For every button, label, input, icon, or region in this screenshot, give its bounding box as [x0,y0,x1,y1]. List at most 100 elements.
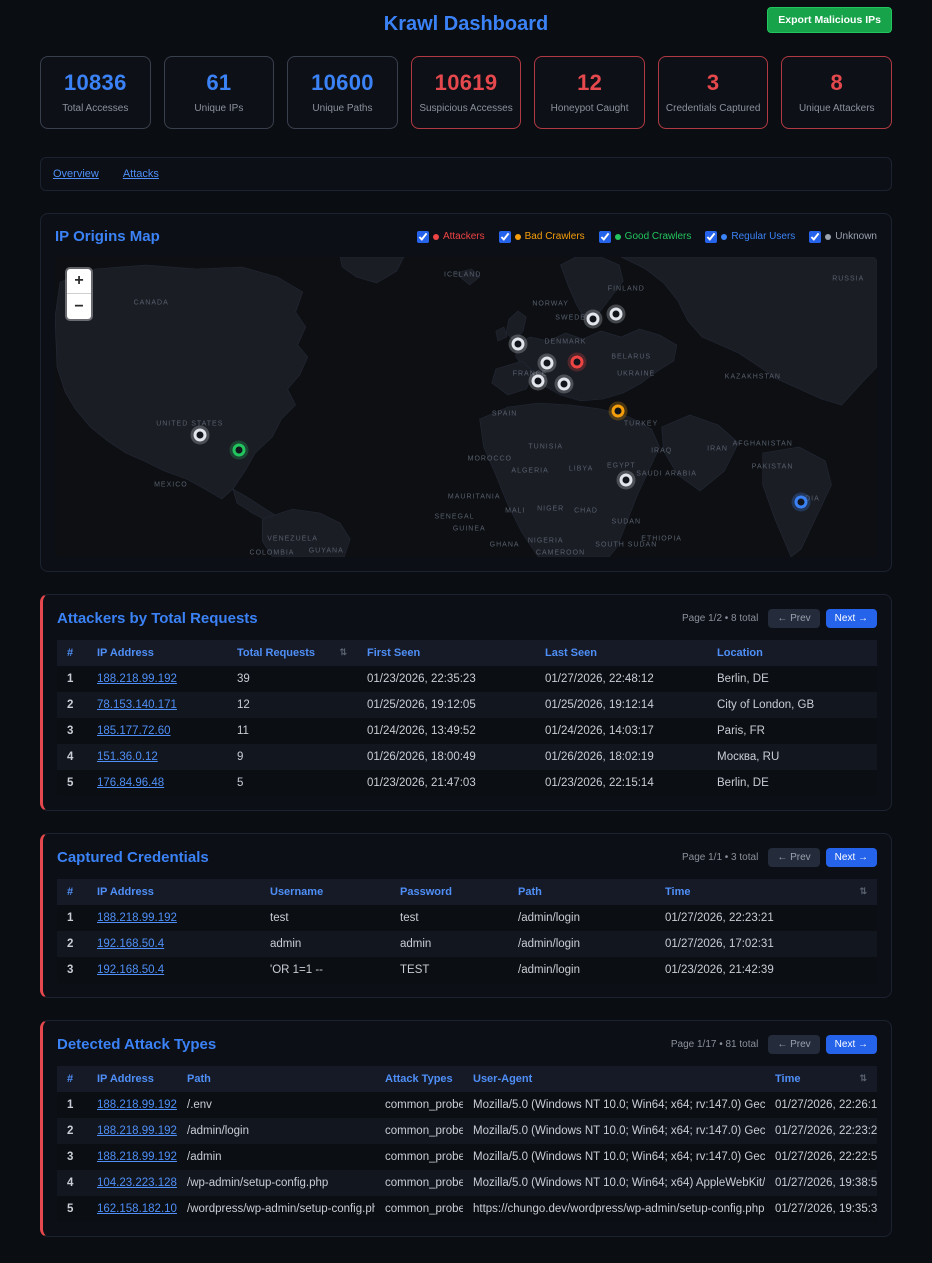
col-header-time[interactable]: Time⇅ [765,1066,877,1092]
ip-link[interactable]: 104.23.223.128 [97,1177,177,1189]
stat-card: 12 Honeypot Caught [534,56,645,129]
legend-item[interactable]: Regular Users [705,231,795,243]
legend-dot-icon [615,234,621,240]
ip-link[interactable]: 188.218.99.192 [97,1151,177,1163]
attacker-row[interactable]: 1 188.218.99.192 39 01/23/2026, 22:35:23… [57,666,877,692]
prev-button[interactable]: ← Prev [768,609,819,628]
map-marker-unknown[interactable] [541,356,554,369]
tab-overview[interactable]: Overview [53,168,99,180]
stat-label: Suspicious Accesses [416,103,517,114]
cell-location: Berlin, DE [707,770,877,796]
ip-link[interactable]: 192.168.50.4 [97,938,164,950]
prev-button[interactable]: ← Prev [768,848,819,867]
legend-checkbox[interactable] [499,231,511,243]
zoom-in-button[interactable]: + [67,269,91,294]
legend-checkbox[interactable] [417,231,429,243]
col-header-total-requests[interactable]: Total Requests⇅ [227,640,357,666]
world-map[interactable]: ICELANDCANADAUNITED STATESMEXICORUSSIANO… [55,257,877,557]
attack-row[interactable]: 2 188.218.99.192 /admin/login common_pro… [57,1118,877,1144]
cell-time: 01/27/2026, 22:26:11 [765,1092,877,1118]
cell-path: /admin/login [508,957,655,983]
next-button[interactable]: Next → [826,609,877,628]
col-header-user-agent: User-Agent [463,1066,765,1092]
cell-path: /wp-admin/setup-config.php [177,1170,375,1196]
cell-attack-types: common_probes [375,1170,463,1196]
cell-time: 01/23/2026, 21:42:39 [655,957,877,983]
prev-button[interactable]: ← Prev [768,1035,819,1054]
ip-link[interactable]: 188.218.99.192 [97,1099,177,1111]
legend-checkbox[interactable] [705,231,717,243]
cell-num: 5 [57,1196,87,1222]
attack-types-panel: Detected Attack Types Page 1/17 • 81 tot… [40,1020,892,1237]
map-marker-unknown[interactable] [193,428,206,441]
cell-last-seen: 01/25/2026, 19:12:14 [535,692,707,718]
legend-checkbox[interactable] [809,231,821,243]
cell-user-agent: Mozilla/5.0 (Windows NT 10.0; Win64; x64… [463,1170,765,1196]
cell-location: Paris, FR [707,718,877,744]
legend-label: Unknown [835,231,877,242]
map-marker-unknown[interactable] [620,473,633,486]
map-marker-unknown[interactable] [586,313,599,326]
credential-row[interactable]: 3 192.168.50.4 'OR 1=1 -- TEST /admin/lo… [57,957,877,983]
attack-row[interactable]: 1 188.218.99.192 /.env common_probes Moz… [57,1092,877,1118]
col-header-password: Password [390,879,508,905]
cell-total-requests: 11 [227,718,357,744]
attack-row[interactable]: 3 188.218.99.192 /admin common_probes Mo… [57,1144,877,1170]
ip-link[interactable]: 188.218.99.192 [97,673,177,685]
cell-total-requests: 39 [227,666,357,692]
map-marker-unknown[interactable] [532,374,545,387]
sort-icon[interactable]: ⇅ [339,647,347,658]
credential-row[interactable]: 2 192.168.50.4 admin admin /admin/login … [57,931,877,957]
sort-icon[interactable]: ⇅ [859,1073,867,1084]
next-button[interactable]: Next → [826,848,877,867]
attacker-row[interactable]: 2 78.153.140.171 12 01/25/2026, 19:12:05… [57,692,877,718]
col-header-time[interactable]: Time⇅ [655,879,877,905]
col-header-ip: IP Address [87,879,260,905]
credential-row[interactable]: 1 188.218.99.192 test test /admin/login … [57,905,877,931]
map-marker-bad-crawler[interactable] [612,404,625,417]
attacker-row[interactable]: 4 151.36.0.12 9 01/26/2026, 18:00:49 01/… [57,744,877,770]
ip-origins-map-panel: IP Origins Map Attackers Bad Crawlers [40,213,892,572]
next-button[interactable]: Next → [826,1035,877,1054]
cell-last-seen: 01/26/2026, 18:02:19 [535,744,707,770]
map-panel-head: IP Origins Map Attackers Bad Crawlers [55,228,877,245]
legend-checkbox[interactable] [599,231,611,243]
attack-row[interactable]: 5 162.158.182.104 /wordpress/wp-admin/se… [57,1196,877,1222]
cell-num: 1 [57,666,87,692]
ip-link[interactable]: 162.158.182.104 [97,1203,177,1215]
ip-link[interactable]: 176.84.96.48 [97,777,164,789]
tab-attacks[interactable]: Attacks [123,168,159,180]
cell-first-seen: 01/25/2026, 19:12:05 [357,692,535,718]
legend-item[interactable]: Attackers [417,231,485,243]
attackers-title: Attackers by Total Requests [57,610,258,627]
cell-ip: 192.168.50.4 [87,931,260,957]
map-marker-regular-user[interactable] [795,496,808,509]
export-malicious-ips-button[interactable]: Export Malicious IPs [767,7,892,33]
ip-link[interactable]: 78.153.140.171 [97,699,177,711]
ip-link[interactable]: 185.177.72.60 [97,725,171,737]
ip-link[interactable]: 192.168.50.4 [97,964,164,976]
legend-item[interactable]: Unknown [809,231,877,243]
map-marker-good-crawler[interactable] [233,443,246,456]
map-marker-attacker[interactable] [570,356,583,369]
map-marker-unknown[interactable] [610,308,623,321]
legend-item[interactable]: Good Crawlers [599,231,692,243]
map-marker-unknown[interactable] [557,377,570,390]
cell-last-seen: 01/24/2026, 14:03:17 [535,718,707,744]
credentials-panel: Captured Credentials Page 1/1 • 3 total … [40,833,892,998]
cell-location: City of London, GB [707,692,877,718]
map-marker-unknown[interactable] [511,338,524,351]
stat-card: 10619 Suspicious Accesses [411,56,522,129]
ip-link[interactable]: 188.218.99.192 [97,912,177,924]
sort-icon[interactable]: ⇅ [859,886,867,897]
cell-num: 3 [57,718,87,744]
attacker-row[interactable]: 3 185.177.72.60 11 01/24/2026, 13:49:52 … [57,718,877,744]
attack-row[interactable]: 4 104.23.223.128 /wp-admin/setup-config.… [57,1170,877,1196]
cell-num: 3 [57,1144,87,1170]
ip-link[interactable]: 151.36.0.12 [97,751,158,763]
ip-link[interactable]: 188.218.99.192 [97,1125,177,1137]
col-header-ip: IP Address [87,1066,177,1092]
attacker-row[interactable]: 5 176.84.96.48 5 01/23/2026, 21:47:03 01… [57,770,877,796]
legend-item[interactable]: Bad Crawlers [499,231,585,243]
zoom-out-button[interactable]: − [67,294,91,319]
